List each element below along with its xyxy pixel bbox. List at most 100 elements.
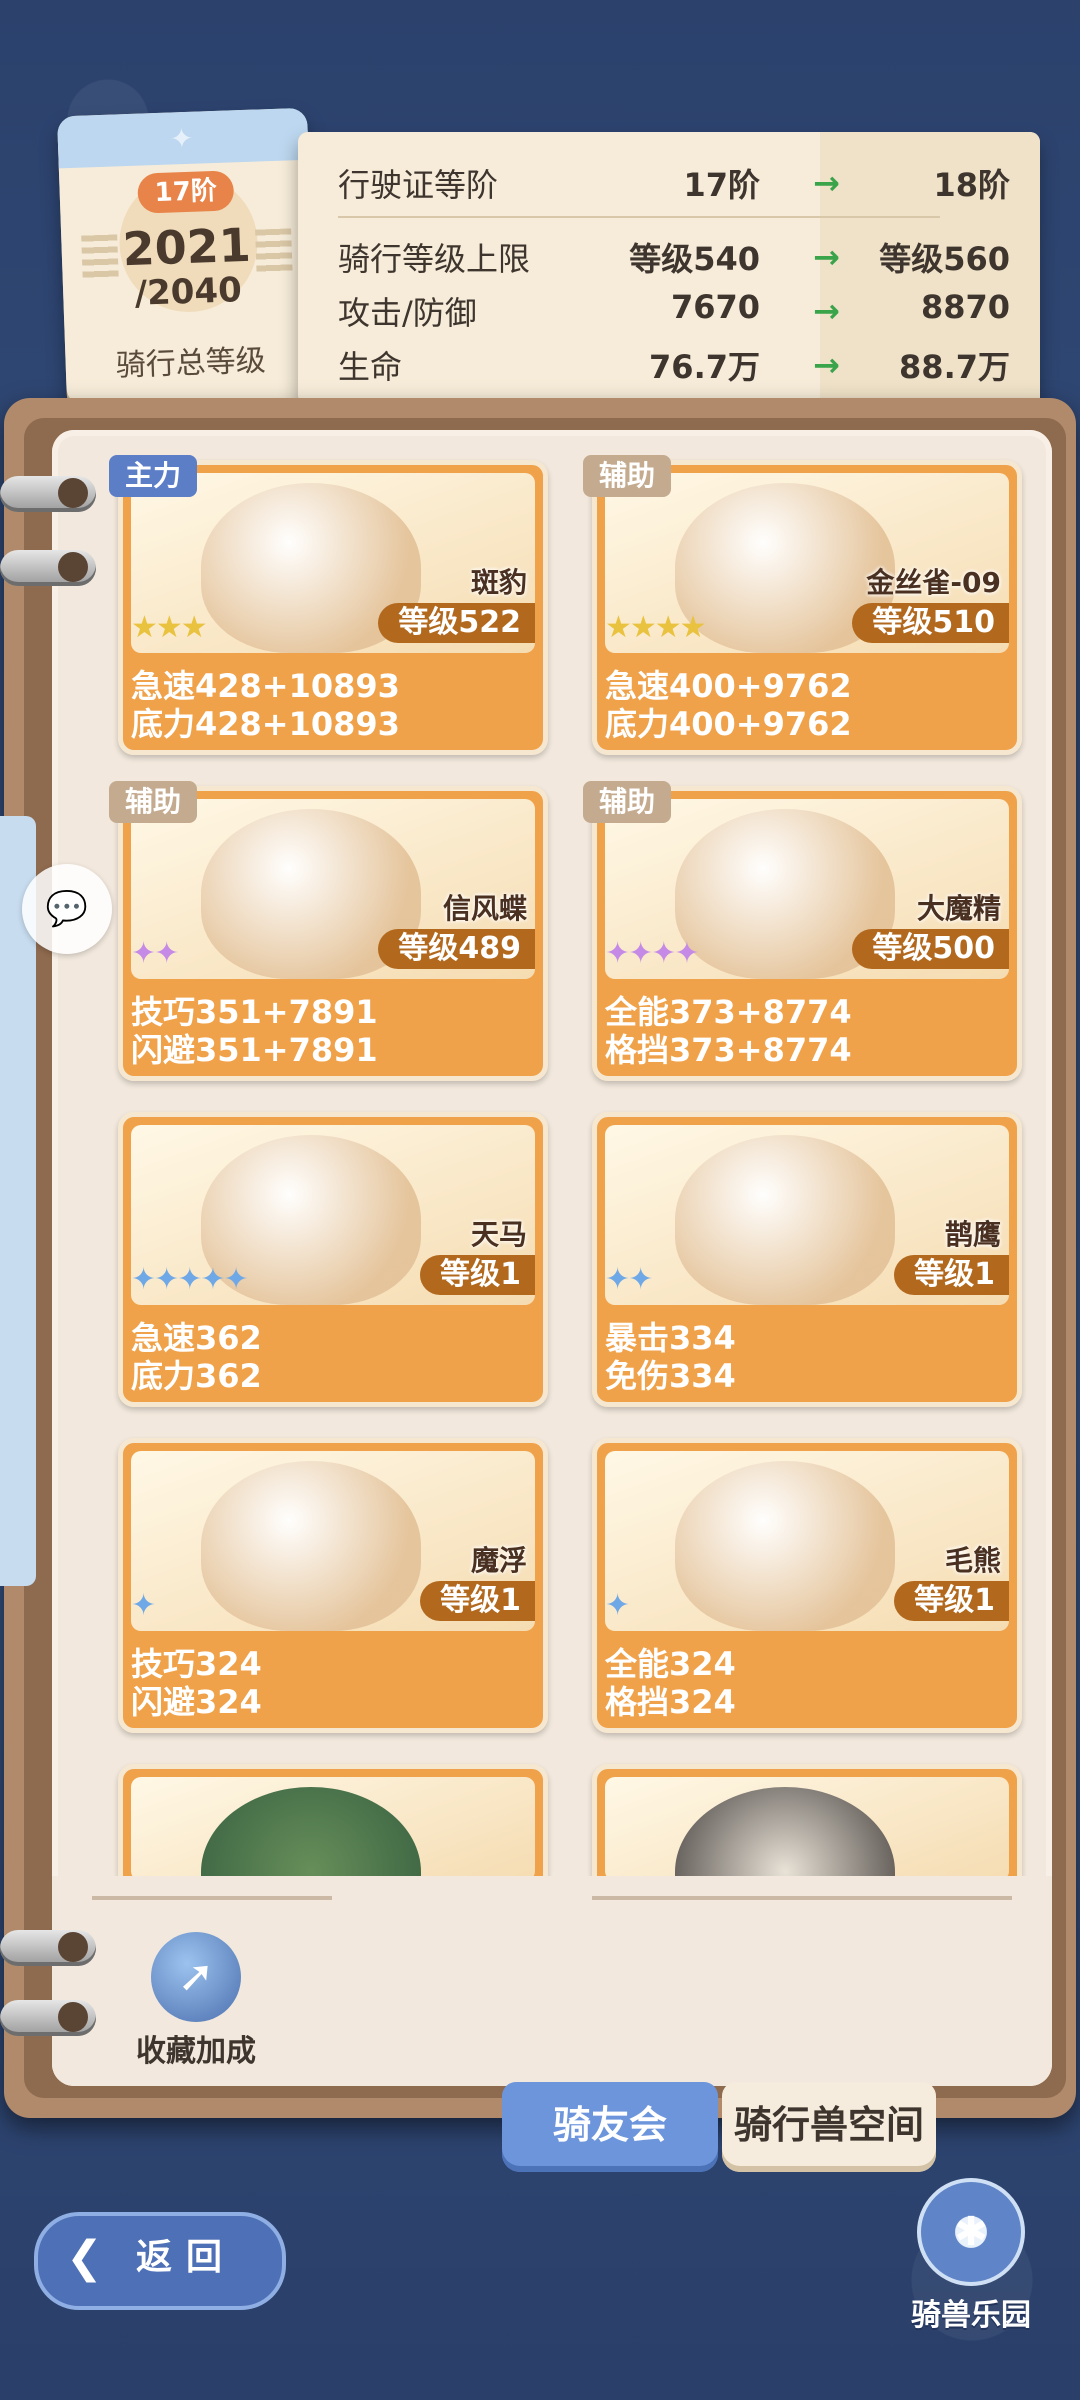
mount-card-partial[interactable] [592, 1764, 1022, 1894]
arrow-right-icon: → [813, 346, 840, 384]
chat-icon[interactable]: 💬 [22, 864, 112, 954]
divider-line [592, 1896, 1012, 1900]
mount-stat-2: 格挡324 [605, 1683, 736, 1721]
mount-stat-2: 免伤334 [605, 1357, 736, 1395]
divider-line [92, 1896, 332, 1900]
tab-riders-club[interactable]: 骑友会 [502, 2082, 718, 2172]
star-rating: ✦✦ [605, 1262, 653, 1297]
stat-next: 18阶 [933, 166, 1010, 204]
stat-row-level-cap: 骑行等级上限 等级540 → 等级560 [298, 228, 1040, 278]
mount-level: 等级1 [894, 1255, 1009, 1295]
stat-current: 等级540 [629, 240, 760, 278]
mount-portrait [675, 1135, 895, 1305]
mount-stat-2: 闪避351+7891 [131, 1031, 378, 1069]
role-tag: 辅助 [583, 781, 672, 823]
stats-divider [338, 216, 940, 218]
ring-hole [58, 552, 88, 582]
mount-name: 魔浮 [470, 1544, 527, 1577]
stat-row-license: 行驶证等阶 17阶 → 18阶 [298, 154, 1040, 204]
arrow-right-icon: → [813, 164, 840, 202]
ring-hole [58, 478, 88, 508]
mount-name: 鹊鹰 [944, 1218, 1001, 1251]
mount-name: 大魔精 [916, 892, 1001, 925]
mount-name: 斑豹 [470, 566, 527, 599]
mount-card[interactable]: 辅助 信风蝶 等级489 ✦✦ 技巧351+7891 闪避351+7891 [109, 781, 548, 1081]
stat-label: 骑行等级上限 [338, 240, 531, 278]
mount-card[interactable]: 辅助 金丝雀-09 等级510 ★★★★ 急速400+9762 底力400+97… [583, 455, 1022, 755]
mount-card[interactable]: 辅助 大魔精 等级500 ✦✦✦✦ 全能373+8774 格挡373+8774 [583, 781, 1022, 1081]
mount-name: 天马 [470, 1218, 527, 1251]
star-rating: ✦✦✦✦✦ [131, 1262, 249, 1297]
mount-art [131, 1777, 535, 1881]
role-tag: 主力 [109, 455, 198, 497]
mount-level: 等级1 [894, 1581, 1009, 1621]
mount-card[interactable]: 毛熊 等级1 ✦ 全能324 格挡324 [592, 1438, 1022, 1733]
star-rating: ✦✦ [131, 936, 179, 971]
mount-stat-2: 底力400+9762 [605, 705, 852, 743]
role-tag: 辅助 [583, 455, 672, 497]
tab-mount-space[interactable]: 骑行兽空间 [722, 2082, 936, 2172]
star-rating: ✦ [605, 1588, 630, 1623]
page-footer-divider [52, 1878, 1052, 1918]
ferris-wheel-icon: ✱ [917, 2178, 1025, 2286]
stat-label: 攻击/防御 [338, 294, 477, 332]
role-tag: 辅助 [109, 781, 198, 823]
mount-name: 毛熊 [944, 1544, 1001, 1577]
mount-name: 金丝雀-09 [866, 566, 1001, 599]
star-rating: ★★★★ [605, 610, 707, 645]
mount-stat-2: 闪避324 [131, 1683, 262, 1721]
mount-list-page[interactable]: 主力 斑豹 等级522 ★★★ 急速428+10893 底力428+10893 … [52, 430, 1052, 2086]
back-button[interactable]: ❮ 返回 [34, 2212, 286, 2310]
total-level-card: ✦ 17阶 2021 /2040 骑行总等级 [57, 107, 317, 407]
mount-card-partial[interactable] [118, 1764, 548, 1894]
back-arrow-icon: ❮ [66, 2232, 103, 2283]
mount-card[interactable]: 天马 等级1 ✦✦✦✦✦ 急速362 底力362 [118, 1112, 548, 1407]
mount-stat-2: 格挡373+8774 [605, 1031, 852, 1069]
stat-label: 行驶证等阶 [338, 166, 499, 204]
ring-hole [58, 2002, 88, 2032]
stat-current: 76.7万 [649, 348, 760, 386]
stat-label: 生命 [338, 348, 403, 386]
license-stats-card: 行驶证等阶 17阶 → 18阶 骑行等级上限 等级540 → 等级560 攻击/… [298, 132, 1040, 402]
total-level-caption: 骑行总等级 [115, 343, 267, 384]
stage-badge: 17阶 [137, 170, 235, 214]
mount-name: 信风蝶 [442, 892, 527, 925]
rocket-icon: ➚ [151, 1932, 241, 2022]
arrow-right-icon: → [813, 238, 840, 276]
mount-portrait [201, 1787, 421, 1881]
stat-next: 8870 [920, 288, 1010, 326]
max-level-value: /2040 [134, 270, 243, 314]
mount-portrait [201, 1461, 421, 1631]
stat-next: 88.7万 [899, 348, 1010, 386]
mount-level: 等级1 [420, 1255, 535, 1295]
star-icon: ✦ [169, 121, 194, 156]
mount-portrait [675, 1787, 895, 1881]
ring-hole [58, 1932, 88, 1962]
mount-level: 等级510 [852, 603, 1009, 643]
mount-park-button[interactable]: ✱ 骑兽乐园 [896, 2178, 1046, 2333]
collection-bonus-button[interactable]: ➚ 收藏加成 [126, 1932, 266, 2069]
mount-level: 等级522 [378, 603, 535, 643]
mount-level: 等级489 [378, 929, 535, 969]
stat-current: 7670 [670, 288, 760, 326]
mount-stat-2: 底力428+10893 [131, 705, 400, 743]
mount-level: 等级500 [852, 929, 1009, 969]
mount-card[interactable]: 主力 斑豹 等级522 ★★★ 急速428+10893 底力428+10893 [109, 455, 548, 755]
stat-row-attack-defense: 攻击/防御 7670 → 8870 [298, 282, 1040, 332]
mount-portrait [675, 1461, 895, 1631]
mount-level: 等级1 [420, 1581, 535, 1621]
stat-row-hp: 生命 76.7万 → 88.7万 [298, 336, 1040, 386]
star-rating: ✦✦✦✦ [605, 936, 700, 971]
mount-card[interactable]: 鹊鹰 等级1 ✦✦ 暴击334 免伤334 [592, 1112, 1022, 1407]
star-rating: ✦ [131, 1588, 156, 1623]
mount-stat-2: 底力362 [131, 1357, 262, 1395]
back-label: 返回 [136, 2237, 237, 2278]
mount-art [605, 1777, 1009, 1881]
arrow-right-icon: → [813, 292, 840, 330]
star-rating: ★★★ [131, 610, 208, 645]
stat-next: 等级560 [879, 240, 1010, 278]
mount-card[interactable]: 魔浮 等级1 ✦ 技巧324 闪避324 [118, 1438, 548, 1733]
stat-current: 17阶 [683, 166, 760, 204]
collection-bonus-label: 收藏加成 [136, 2034, 256, 2069]
mount-park-label: 骑兽乐园 [911, 2298, 1031, 2333]
